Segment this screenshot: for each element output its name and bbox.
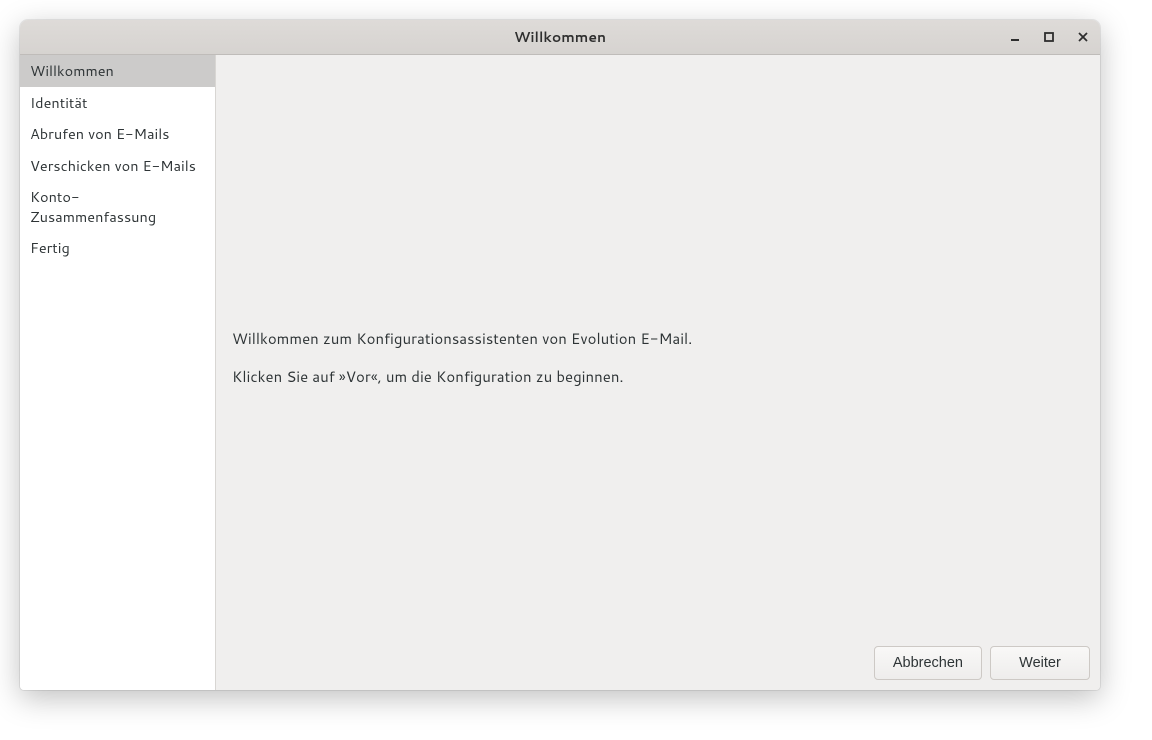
- maximize-button[interactable]: [1040, 28, 1058, 46]
- sidebar-item-konto-zusammenfassung[interactable]: Konto-Zusammenfassung: [20, 181, 215, 232]
- next-button[interactable]: Weiter: [990, 646, 1090, 680]
- minimize-icon: [1010, 32, 1020, 42]
- sidebar-item-label: Identität: [30, 92, 87, 113]
- sidebar-item-label: Abrufen von E-Mails: [30, 123, 169, 144]
- sidebar-item-label: Konto-Zusammenfassung: [30, 186, 156, 227]
- cancel-button[interactable]: Abbrechen: [874, 646, 982, 680]
- close-button[interactable]: [1074, 28, 1092, 46]
- sidebar-item-willkommen[interactable]: Willkommen: [20, 55, 215, 87]
- button-bar: Abbrechen Weiter: [216, 636, 1100, 690]
- main-body: Willkommen zum Konfigurationsassistenten…: [216, 55, 1100, 636]
- sidebar-item-abrufen[interactable]: Abrufen von E-Mails: [20, 118, 215, 150]
- welcome-line-2: Klicken Sie auf »Vor«, um die Konfigurat…: [232, 367, 1084, 387]
- sidebar-item-verschicken[interactable]: Verschicken von E-Mails: [20, 150, 215, 182]
- window-title: Willkommen: [514, 27, 606, 47]
- welcome-text: Willkommen zum Konfigurationsassistenten…: [232, 329, 1084, 404]
- sidebar-item-identitaet[interactable]: Identität: [20, 87, 215, 119]
- welcome-line-1: Willkommen zum Konfigurationsassistenten…: [232, 329, 1084, 349]
- close-icon: [1078, 32, 1088, 42]
- sidebar: Willkommen Identität Abrufen von E-Mails…: [20, 55, 216, 690]
- window-controls: [1006, 20, 1092, 54]
- main-panel: Willkommen zum Konfigurationsassistenten…: [216, 55, 1100, 690]
- sidebar-item-label: Fertig: [30, 237, 70, 258]
- sidebar-item-label: Willkommen: [30, 60, 114, 81]
- maximize-icon: [1044, 32, 1054, 42]
- next-button-label: Weiter: [1019, 655, 1061, 671]
- content: Willkommen Identität Abrufen von E-Mails…: [20, 55, 1100, 690]
- titlebar: Willkommen: [20, 20, 1100, 55]
- sidebar-item-fertig[interactable]: Fertig: [20, 232, 215, 264]
- minimize-button[interactable]: [1006, 28, 1024, 46]
- cancel-button-label: Abbrechen: [893, 655, 963, 671]
- sidebar-item-label: Verschicken von E-Mails: [30, 155, 196, 176]
- window: Willkommen Willkommen: [20, 20, 1100, 690]
